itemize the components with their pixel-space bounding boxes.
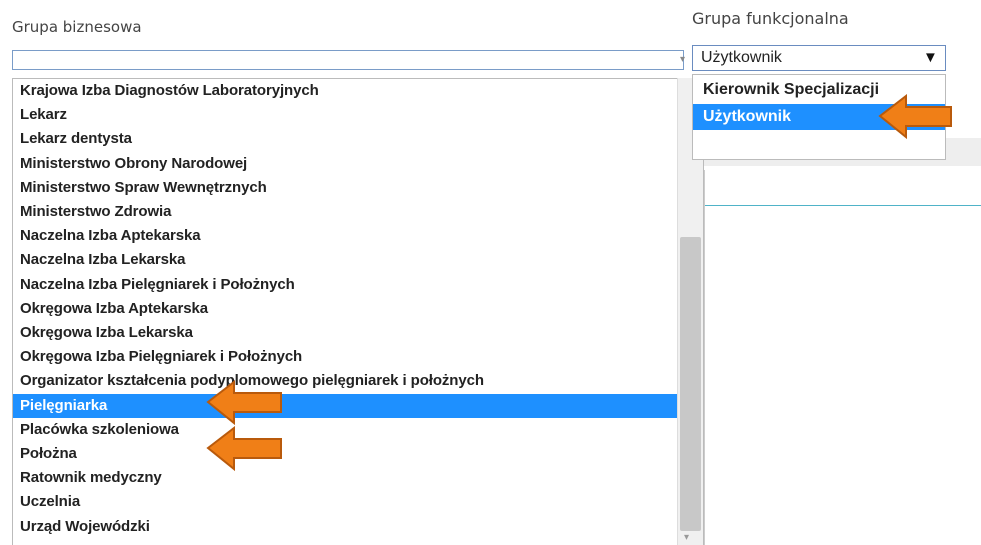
arrow-pointer-icon [878, 94, 952, 140]
business-group-option[interactable]: Ministerstwo Obrony Narodowej [13, 152, 677, 176]
business-group-option[interactable]: Położna [13, 442, 677, 466]
business-group-label: Grupa biznesowa [12, 18, 142, 36]
business-group-option[interactable]: Naczelna Izba Lekarska [13, 248, 677, 272]
functional-group-label: Grupa funkcjonalna [692, 9, 849, 28]
arrow-pointer-icon [206, 380, 282, 426]
business-group-option[interactable]: Lekarz dentysta [13, 127, 677, 151]
business-group-option[interactable]: Naczelna Izba Aptekarska [13, 224, 677, 248]
functional-group-select[interactable]: Użytkownik [692, 45, 946, 71]
business-group-dropdown-list[interactable]: Krajowa Izba Diagnostów Laboratoryjnych L… [12, 78, 704, 545]
chevron-down-icon[interactable]: ▾ [680, 54, 685, 65]
business-group-option[interactable]: Ministerstwo Spraw Wewnętrznych [13, 176, 677, 200]
business-group-option[interactable]: Ministerstwo Zdrowia [13, 200, 677, 224]
business-group-option[interactable]: Pielęgniarka [13, 393, 677, 418]
business-group-option[interactable]: Placówka szkoleniowa [13, 418, 677, 442]
business-group-option[interactable]: Okręgowa Izba Lekarska [13, 321, 677, 345]
panel-border [704, 170, 705, 545]
business-group-option[interactable]: Uczelnia [13, 490, 677, 514]
dropdown-arrow-icon[interactable]: ▼ [923, 49, 938, 66]
business-group-option[interactable]: Okręgowa Izba Aptekarska [13, 297, 677, 321]
business-group-option[interactable]: Ratownik medyczny [13, 466, 677, 490]
scroll-down-icon[interactable]: ▾ [684, 532, 689, 543]
divider-line [704, 205, 981, 206]
business-group-option[interactable]: Lekarz [13, 103, 677, 127]
business-group-option[interactable]: Okręgowa Izba Pielęgniarek i Położnych [13, 345, 677, 369]
business-group-option[interactable]: Naczelna Izba Pielęgniarek i Położnych [13, 273, 677, 297]
arrow-pointer-icon [206, 426, 282, 472]
business-group-option[interactable]: Organizator kształcenia podyplomowego pi… [13, 369, 677, 393]
business-group-select[interactable] [12, 50, 684, 70]
business-group-option[interactable]: Urząd Wojewódzki [13, 515, 677, 539]
business-group-option[interactable]: Krajowa Izba Diagnostów Laboratoryjnych [13, 79, 677, 103]
scrollbar-thumb[interactable] [680, 237, 701, 531]
